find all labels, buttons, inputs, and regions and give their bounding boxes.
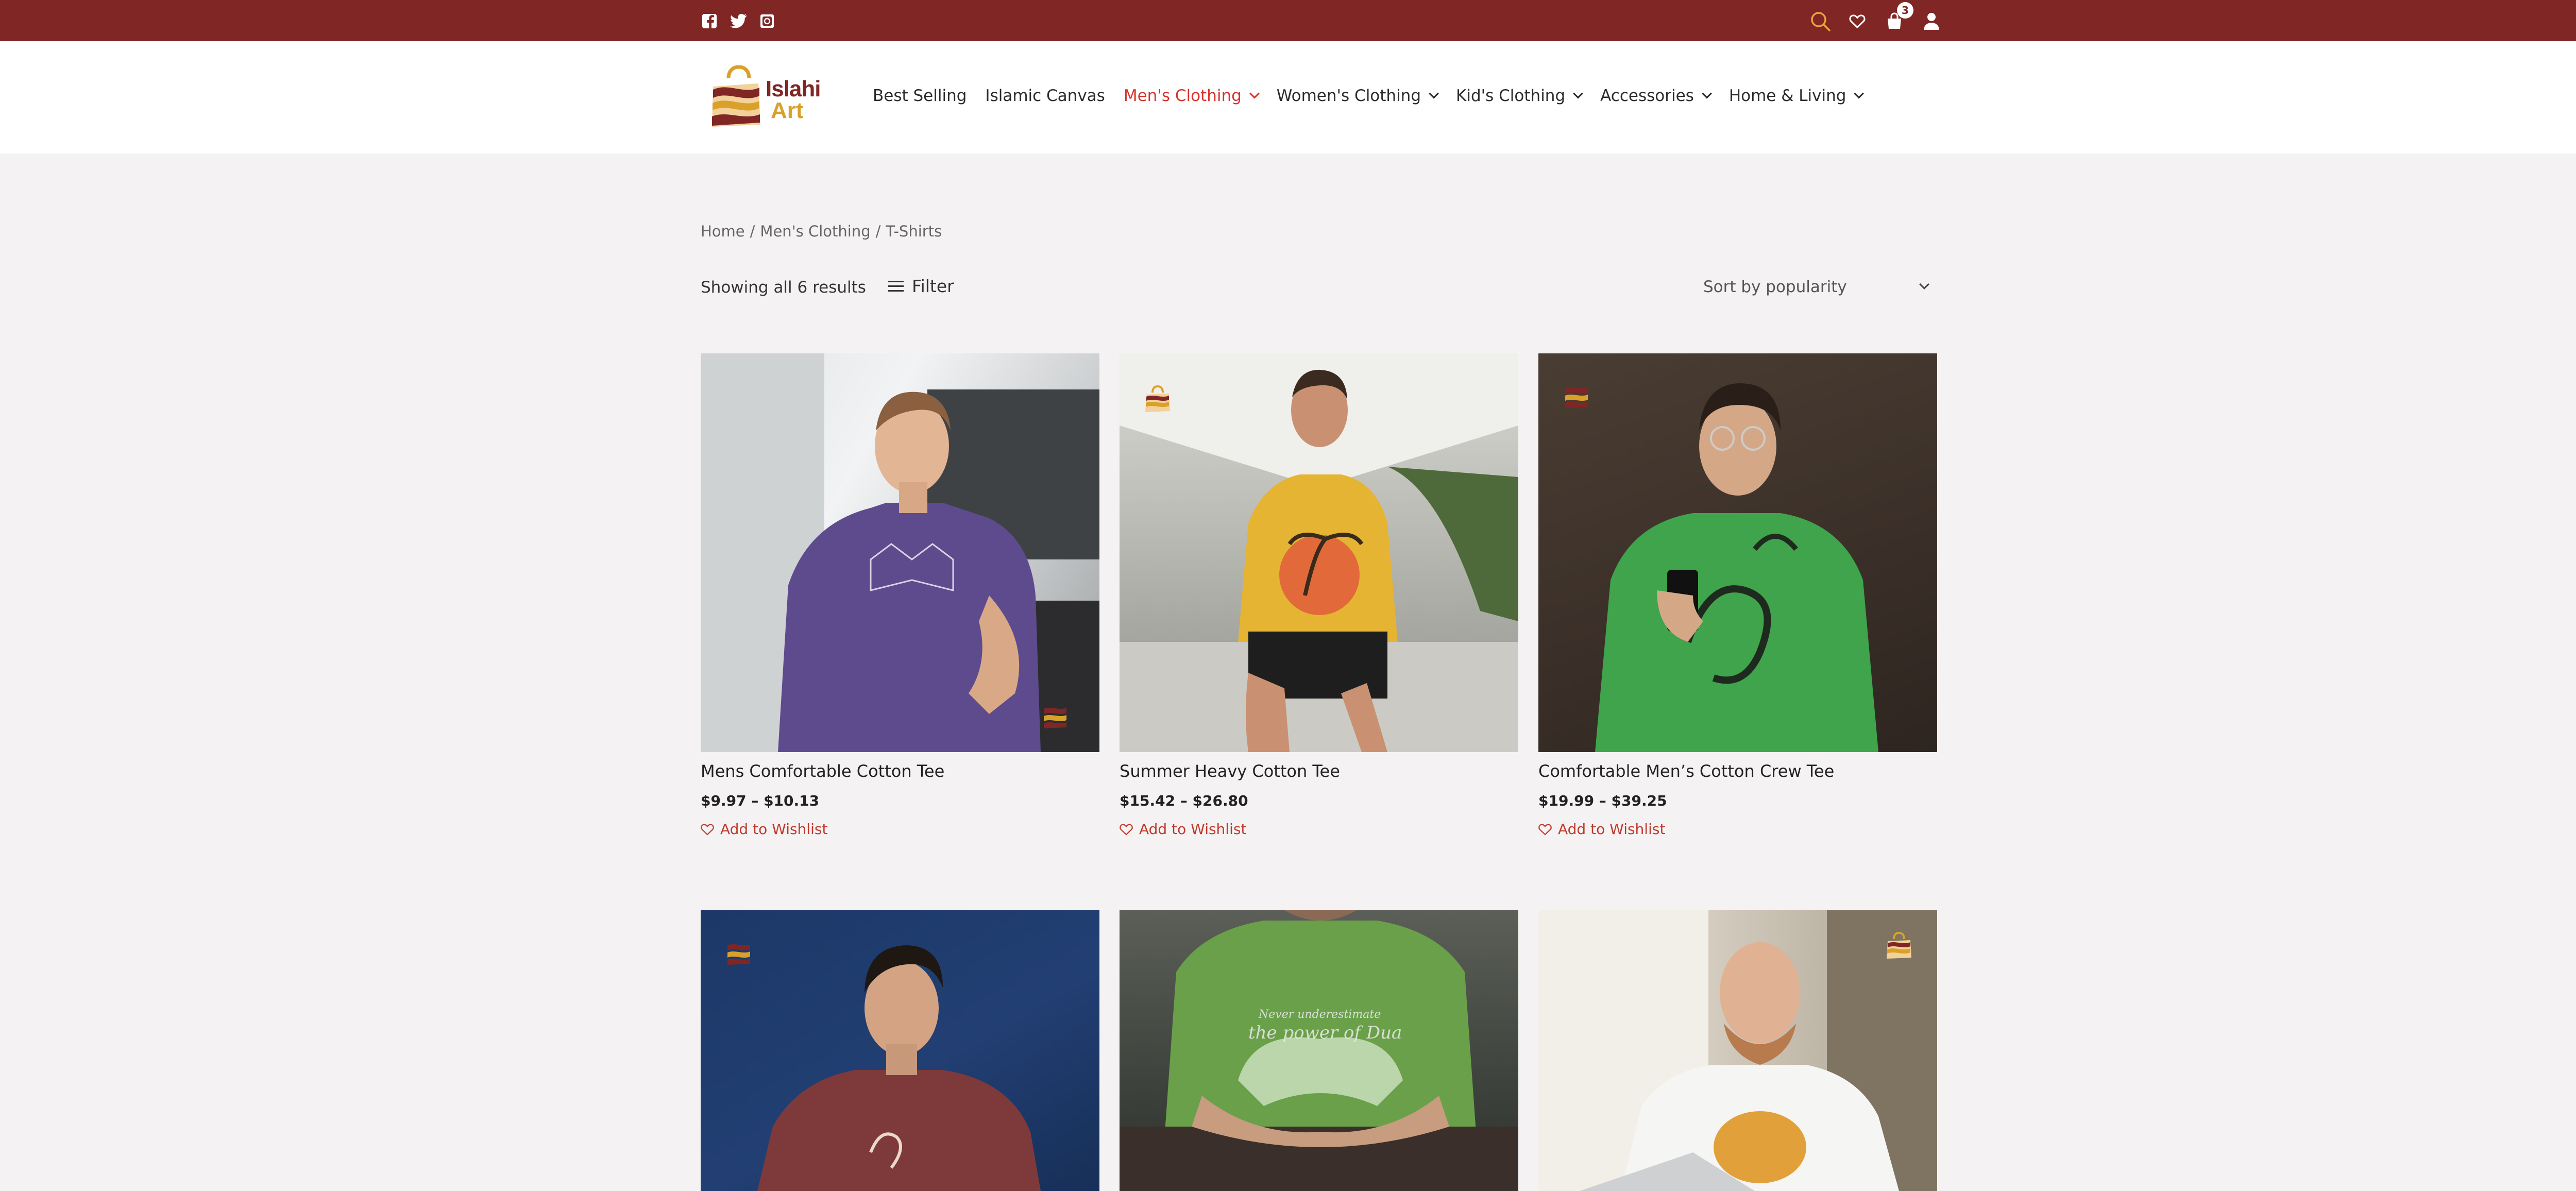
sort-value: Sort by popularity	[1703, 278, 1847, 296]
heart-icon	[1538, 824, 1552, 836]
instagram-icon[interactable]	[758, 12, 776, 30]
shirt-print-line2: the power of Dua	[1248, 1023, 1402, 1043]
product-price: $19.99 – $39.25	[1538, 792, 1667, 809]
breadcrumb-separator: /	[875, 223, 881, 240]
product-price: $15.42 – $26.80	[1120, 792, 1248, 809]
nav-womens-clothing[interactable]: Women's Clothing	[1276, 87, 1439, 105]
wishlist-label: Add to Wishlist	[1558, 821, 1666, 838]
filter-label: Filter	[912, 276, 954, 296]
main-header: Islahi Art Best Selling Islamic Canvas M…	[0, 41, 2576, 154]
twitter-icon[interactable]	[730, 12, 747, 30]
nav-best-selling[interactable]: Best Selling	[873, 87, 967, 105]
wishlist-heart-icon[interactable]	[1845, 9, 1869, 33]
wishlist-label: Add to Wishlist	[1139, 821, 1247, 838]
nav-label: Women's Clothing	[1276, 87, 1421, 105]
product-title[interactable]: Mens Comfortable Cotton Tee	[701, 761, 1099, 781]
nav-label: Best Selling	[873, 87, 967, 105]
product-image[interactable]	[1538, 353, 1937, 752]
breadcrumb-mens-clothing[interactable]: Men's Clothing	[760, 223, 870, 240]
product-image[interactable]	[1538, 910, 1937, 1191]
nav-mens-clothing[interactable]: Men's Clothing	[1123, 87, 1260, 105]
product-title[interactable]: Summer Heavy Cotton Tee	[1120, 761, 1518, 781]
chevron-down-icon	[1919, 279, 1929, 290]
user-icon[interactable]	[1920, 9, 1943, 33]
product-price: $9.97 – $10.13	[701, 792, 820, 809]
facebook-icon[interactable]	[701, 12, 718, 30]
product-image[interactable]	[701, 910, 1099, 1191]
product-card	[1538, 910, 1937, 1191]
nav-label: Accessories	[1600, 87, 1694, 105]
product-image[interactable]: Never underestimate the power of Dua	[1120, 910, 1518, 1191]
chevron-down-icon	[1701, 88, 1712, 99]
product-card: Mens Comfortable Cotton Tee $9.97 – $10.…	[701, 353, 1099, 838]
logo-text-art: Art	[771, 98, 804, 123]
top-bar: 3	[0, 0, 2576, 41]
primary-nav: Best Selling Islamic Canvas Men's Clothi…	[873, 87, 1881, 105]
site-logo[interactable]: Islahi Art	[710, 63, 821, 130]
nav-label: Kid's Clothing	[1456, 87, 1566, 105]
header-actions: 3	[1808, 2, 1943, 33]
filter-button[interactable]: Filter	[888, 276, 954, 296]
chevron-down-icon	[1573, 88, 1584, 99]
breadcrumb: Home / Men's Clothing / T-Shirts	[701, 223, 942, 240]
wishlist-label: Add to Wishlist	[720, 821, 828, 838]
result-count: Showing all 6 results	[701, 278, 866, 297]
heart-icon	[1120, 824, 1133, 836]
add-to-wishlist-link[interactable]: Add to Wishlist	[701, 821, 1099, 838]
social-links	[701, 12, 776, 30]
nav-home-living[interactable]: Home & Living	[1728, 87, 1865, 105]
nav-accessories[interactable]: Accessories	[1600, 87, 1712, 105]
chevron-down-icon	[1249, 88, 1260, 99]
product-card: Comfortable Men’s Cotton Crew Tee $19.99…	[1538, 353, 1937, 838]
product-image[interactable]	[1120, 353, 1518, 752]
product-card: Never underestimate the power of Dua	[1120, 910, 1518, 1191]
add-to-wishlist-link[interactable]: Add to Wishlist	[1120, 821, 1518, 838]
cart-icon[interactable]: 3	[1883, 2, 1913, 33]
product-title[interactable]: Comfortable Men’s Cotton Crew Tee	[1538, 761, 1937, 781]
search-icon[interactable]	[1808, 9, 1832, 33]
nav-islamic-canvas[interactable]: Islamic Canvas	[985, 87, 1105, 105]
add-to-wishlist-link[interactable]: Add to Wishlist	[1538, 821, 1937, 838]
filter-icon	[888, 280, 904, 292]
chevron-down-icon	[1429, 88, 1439, 99]
nav-label: Men's Clothing	[1123, 87, 1242, 105]
shirt-print-line1: Never underestimate	[1259, 1008, 1381, 1021]
product-card	[701, 910, 1099, 1191]
product-card: Summer Heavy Cotton Tee $15.42 – $26.80 …	[1120, 353, 1518, 838]
nav-kids-clothing[interactable]: Kid's Clothing	[1456, 87, 1584, 105]
nav-label: Islamic Canvas	[985, 87, 1105, 105]
breadcrumb-home[interactable]: Home	[701, 223, 745, 240]
cart-count-badge: 3	[1897, 2, 1913, 19]
chevron-down-icon	[1854, 88, 1865, 99]
heart-icon	[701, 824, 714, 836]
breadcrumb-current: T-Shirts	[886, 223, 942, 240]
breadcrumb-separator: /	[750, 223, 755, 240]
nav-label: Home & Living	[1728, 87, 1846, 105]
sort-select[interactable]: Sort by popularity	[1703, 276, 1934, 298]
product-image[interactable]	[701, 353, 1099, 752]
